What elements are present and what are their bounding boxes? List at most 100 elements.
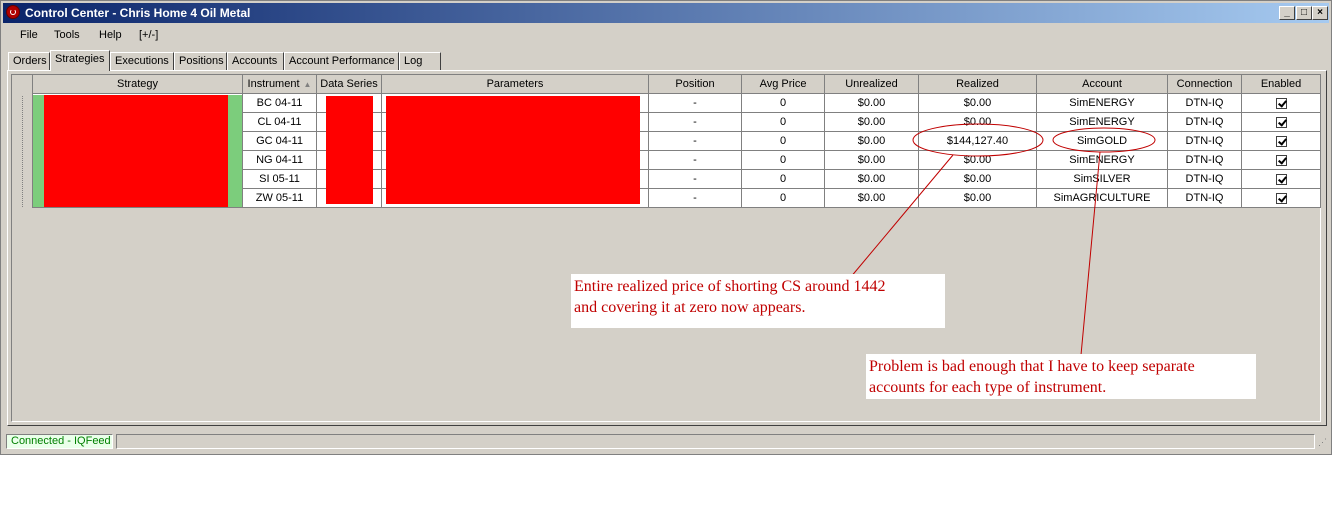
- cell-instrument: SI 05-11: [242, 169, 317, 189]
- col-header-strategy[interactable]: Strategy: [32, 74, 243, 94]
- menu-toggle[interactable]: [+/-]: [139, 29, 158, 41]
- tab-account-performance[interactable]: Account Performance: [284, 52, 399, 70]
- cell-unrealized: $0.00: [824, 112, 919, 132]
- minimize-button[interactable]: _: [1279, 6, 1295, 20]
- cell-unrealized: $0.00: [824, 169, 919, 189]
- cell-realized: $0.00: [918, 188, 1037, 208]
- cell-instrument: GC 04-11: [242, 131, 317, 151]
- enabled-checkbox[interactable]: [1275, 154, 1287, 166]
- sort-up-icon: ▲: [303, 80, 312, 89]
- connection-status: Connected - IQFeed: [6, 434, 113, 449]
- cell-enabled: [1241, 112, 1321, 132]
- menu-bar: File Tools Help [+/-]: [3, 25, 1329, 45]
- col-header-connection[interactable]: Connection: [1167, 74, 1242, 94]
- parameters-redaction: [386, 96, 640, 204]
- cell-realized: $0.00: [918, 93, 1037, 113]
- status-bar: Connected - IQFeed ⋰: [2, 433, 1330, 451]
- table-header-row: Strategy Instrument ▲ Data Series Paramet…: [32, 74, 1321, 94]
- col-header-data-series[interactable]: Data Series: [316, 74, 382, 94]
- data-series-redaction: [326, 96, 373, 204]
- cell-unrealized: $0.00: [824, 131, 919, 151]
- maximize-button[interactable]: □: [1296, 6, 1312, 20]
- cell-position: -: [648, 112, 742, 132]
- cell-account: SimAGRICULTURE: [1036, 188, 1168, 208]
- col-header-realized[interactable]: Realized: [918, 74, 1037, 94]
- cell-avg-price: 0: [741, 93, 825, 113]
- cell-enabled: [1241, 131, 1321, 151]
- cell-position: -: [648, 150, 742, 170]
- cell-unrealized: $0.00: [824, 150, 919, 170]
- menu-tools[interactable]: Tools: [54, 29, 80, 41]
- annotation-note-1: Entire realized price of shorting CS aro…: [571, 274, 945, 328]
- enabled-checkbox[interactable]: [1275, 192, 1287, 204]
- app-icon: [6, 5, 20, 19]
- cell-realized: $0.00: [918, 112, 1037, 132]
- menu-file[interactable]: File: [20, 29, 38, 41]
- cell-unrealized: $0.00: [824, 188, 919, 208]
- cell-position: -: [648, 188, 742, 208]
- cell-connection: DTN-IQ: [1167, 112, 1242, 132]
- cell-position: -: [648, 93, 742, 113]
- cell-avg-price: 0: [741, 131, 825, 151]
- col-header-parameters[interactable]: Parameters: [381, 74, 649, 94]
- menu-help[interactable]: Help: [99, 29, 122, 41]
- status-panel: [116, 434, 1315, 449]
- cell-avg-price: 0: [741, 112, 825, 132]
- cell-enabled: [1241, 93, 1321, 113]
- tab-accounts[interactable]: Accounts: [227, 52, 284, 70]
- cell-instrument: CL 04-11: [242, 112, 317, 132]
- strategy-marker-left: [33, 95, 44, 207]
- cell-connection: DTN-IQ: [1167, 131, 1242, 151]
- cell-realized: $0.00: [918, 150, 1037, 170]
- col-header-avg-price[interactable]: Avg Price: [741, 74, 825, 94]
- tab-positions[interactable]: Positions: [174, 52, 227, 70]
- cell-account: SimENERGY: [1036, 93, 1168, 113]
- cell-connection: DTN-IQ: [1167, 188, 1242, 208]
- col-header-instrument-label: Instrument: [247, 78, 300, 90]
- strategy-marker-right: [228, 95, 242, 207]
- cell-position: -: [648, 169, 742, 189]
- col-header-account[interactable]: Account: [1036, 74, 1168, 94]
- annotation-note-2-line-2: accounts for each type of instrument.: [869, 379, 1107, 396]
- strategy-redaction: [44, 95, 228, 207]
- col-header-instrument[interactable]: Instrument ▲: [242, 74, 317, 94]
- tab-strategies[interactable]: Strategies: [50, 50, 110, 71]
- cell-realized: $0.00: [918, 169, 1037, 189]
- tab-executions[interactable]: Executions: [110, 52, 174, 70]
- cell-connection: DTN-IQ: [1167, 93, 1242, 113]
- window-title: Control Center - Chris Home 4 Oil Metal: [25, 6, 251, 20]
- title-bar: Control Center - Chris Home 4 Oil Metal …: [3, 3, 1329, 23]
- enabled-checkbox[interactable]: [1275, 173, 1287, 185]
- col-header-enabled[interactable]: Enabled: [1241, 74, 1321, 94]
- cell-enabled: [1241, 188, 1321, 208]
- close-button[interactable]: ×: [1312, 6, 1328, 20]
- cell-unrealized: $0.00: [824, 93, 919, 113]
- cell-avg-price: 0: [741, 150, 825, 170]
- cell-account: SimSILVER: [1036, 169, 1168, 189]
- col-header-unrealized[interactable]: Unrealized: [824, 74, 919, 94]
- cell-account: SimENERGY: [1036, 150, 1168, 170]
- annotation-note-1-line-1: Entire realized price of shorting CS aro…: [574, 278, 886, 295]
- tree-line: [22, 96, 23, 207]
- cell-enabled: [1241, 169, 1321, 189]
- enabled-checkbox[interactable]: [1275, 135, 1287, 147]
- col-header-position[interactable]: Position: [648, 74, 742, 94]
- cell-connection: DTN-IQ: [1167, 150, 1242, 170]
- cell-account: SimGOLD: [1036, 131, 1168, 151]
- cell-instrument: ZW 05-11: [242, 188, 317, 208]
- tab-log[interactable]: Log: [399, 52, 441, 70]
- annotation-note-2-line-1: Problem is bad enough that I have to kee…: [869, 358, 1195, 375]
- annotation-note-1-line-2: and covering it at zero now appears.: [574, 299, 806, 316]
- cell-avg-price: 0: [741, 188, 825, 208]
- cell-avg-price: 0: [741, 169, 825, 189]
- resize-grip-icon[interactable]: ⋰: [1318, 437, 1329, 448]
- enabled-checkbox[interactable]: [1275, 116, 1287, 128]
- enabled-checkbox[interactable]: [1275, 97, 1287, 109]
- annotation-note-2: Problem is bad enough that I have to kee…: [866, 354, 1256, 399]
- cell-instrument: NG 04-11: [242, 150, 317, 170]
- cell-connection: DTN-IQ: [1167, 169, 1242, 189]
- cell-realized: $144,127.40: [918, 131, 1037, 151]
- tab-orders[interactable]: Orders: [8, 52, 50, 70]
- cell-position: -: [648, 131, 742, 151]
- cell-instrument: BC 04-11: [242, 93, 317, 113]
